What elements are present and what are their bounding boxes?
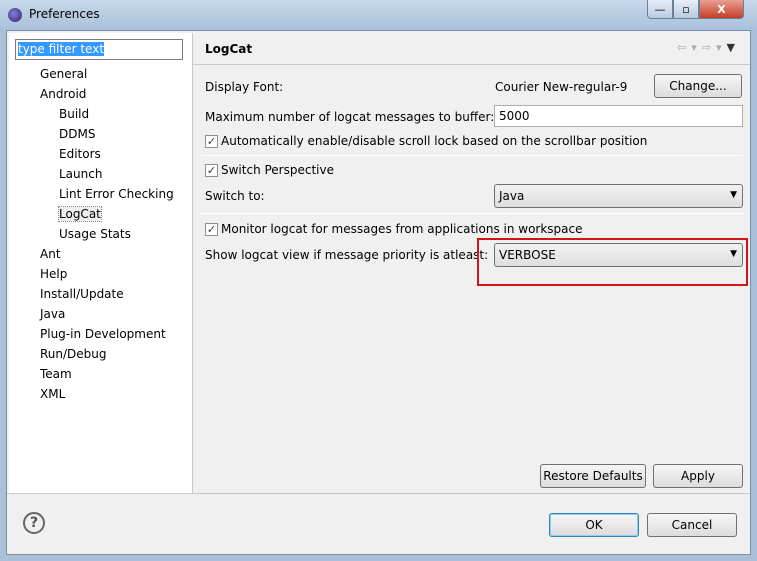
switch-to-value: Java xyxy=(499,189,525,203)
dialog-body: type filter text General Android Build DDMS… xyxy=(6,30,751,555)
tree-item-lint-error-checking[interactable]: Lint Error Checking xyxy=(59,187,174,201)
max-messages-input[interactable]: 5000 xyxy=(494,105,743,127)
scroll-lock-checkbox[interactable]: ✓ xyxy=(205,135,218,148)
close-button[interactable]: X xyxy=(699,0,744,19)
max-messages-label: Maximum number of logcat messages to buf… xyxy=(205,110,495,124)
back-icon[interactable]: ⇦▾ xyxy=(677,41,702,54)
tree-item-install-update[interactable]: Install/Update xyxy=(40,287,124,301)
display-font-label: Display Font: xyxy=(205,80,284,94)
tree-item-android[interactable]: Android xyxy=(40,87,86,101)
switch-to-label: Switch to: xyxy=(205,189,265,203)
menu-chevron-icon[interactable]: ▼ xyxy=(727,41,740,54)
switch-to-select[interactable]: Java ▼ xyxy=(494,184,743,208)
tree-item-logcat[interactable]: LogCat xyxy=(58,206,102,222)
switch-perspective-checkbox[interactable]: ✓ xyxy=(205,164,218,177)
highlight-box xyxy=(477,238,748,286)
tree-item-general[interactable]: General xyxy=(40,67,87,81)
page-title: LogCat xyxy=(205,42,253,56)
ok-button[interactable]: OK xyxy=(549,513,639,537)
priority-label: Show logcat view if message priority is … xyxy=(205,248,489,262)
restore-defaults-button[interactable]: Restore Defaults xyxy=(540,464,646,488)
apply-button[interactable]: Apply xyxy=(653,464,743,488)
filter-input[interactable]: type filter text xyxy=(15,39,183,60)
tree-item-ddms[interactable]: DDMS xyxy=(59,127,95,141)
maximize-button[interactable]: ▫ xyxy=(673,0,699,19)
preference-tree: type filter text General Android Build DDMS… xyxy=(9,33,193,493)
divider xyxy=(201,155,743,156)
tree-item-java[interactable]: Java xyxy=(40,307,65,321)
tree-item-team[interactable]: Team xyxy=(40,367,72,381)
switch-perspective-label: Switch Perspective xyxy=(221,163,334,177)
help-icon[interactable]: ? xyxy=(23,512,45,534)
cancel-button[interactable]: Cancel xyxy=(647,513,737,537)
tree-item-run-debug[interactable]: Run/Debug xyxy=(40,347,107,361)
tree-item-usage-stats[interactable]: Usage Stats xyxy=(59,227,131,241)
tree-item-plug-in-development[interactable]: Plug-in Development xyxy=(40,327,166,341)
eclipse-icon xyxy=(8,8,22,22)
tree-item-build[interactable]: Build xyxy=(59,107,89,121)
monitor-checkbox[interactable]: ✓ xyxy=(205,223,218,236)
scroll-lock-label: Automatically enable/disable scroll lock… xyxy=(221,134,648,148)
logcat-page: LogCat ⇦▾⇨▾▼ Display Font: Courier New-r… xyxy=(193,33,750,493)
forward-icon[interactable]: ⇨▾ xyxy=(702,41,727,54)
tree-item-ant[interactable]: Ant xyxy=(40,247,61,261)
tree-item-help[interactable]: Help xyxy=(40,267,67,281)
tree-item-launch[interactable]: Launch xyxy=(59,167,102,181)
minimize-button[interactable]: — xyxy=(647,0,673,19)
window-title: Preferences xyxy=(29,7,100,21)
title-bar: Preferences — ▫ X xyxy=(0,0,757,30)
display-font-value: Courier New-regular-9 xyxy=(495,80,628,94)
filter-text: type filter text xyxy=(18,42,105,56)
change-font-button[interactable]: Change... xyxy=(654,74,742,98)
dropdown-arrow-icon: ▼ xyxy=(730,190,737,200)
divider xyxy=(201,213,743,214)
dialog-footer: ? OK Cancel xyxy=(7,493,750,554)
tree-item-editors[interactable]: Editors xyxy=(59,147,101,161)
tree-item-xml[interactable]: XML xyxy=(40,387,65,401)
monitor-label: Monitor logcat for messages from applica… xyxy=(221,222,583,236)
page-header: LogCat ⇦▾⇨▾▼ xyxy=(193,33,750,65)
